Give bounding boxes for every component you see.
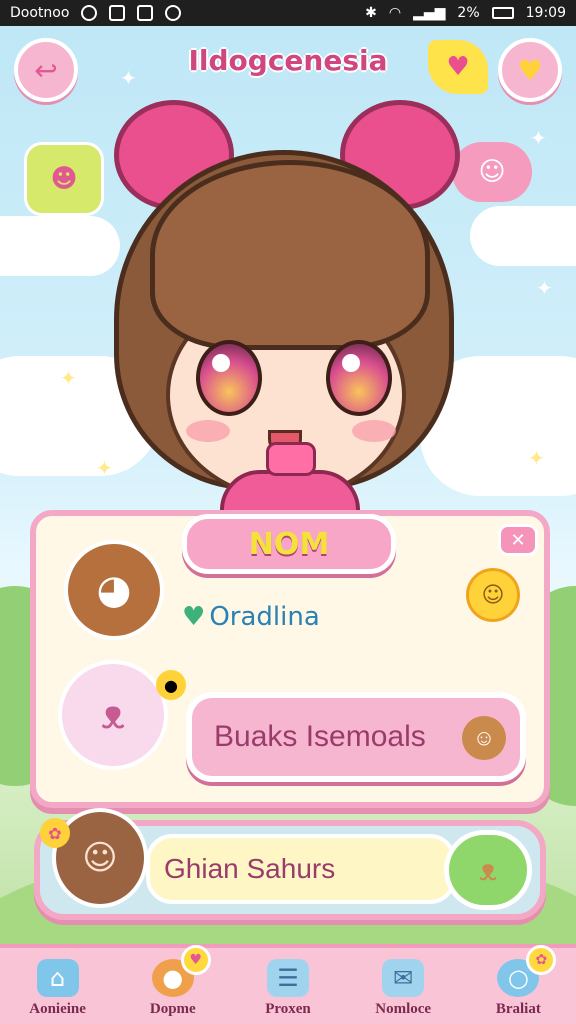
bag-icon: ☺ (462, 716, 506, 760)
character-avatar (80, 90, 500, 530)
nav-item-food[interactable]: ♥ ● Dopme (123, 945, 223, 1018)
carrier-label: Dootnoo (10, 5, 70, 21)
nav-label: Proxen (265, 1001, 311, 1017)
sparkle-icon: ✦ (536, 276, 553, 300)
cat-sticker-icon: ● (156, 670, 186, 700)
sun-icon: ☺ (466, 568, 520, 622)
bear-avatar[interactable]: ᴥ (58, 660, 168, 770)
heart-icon: ♥ (182, 602, 206, 632)
wifi-icon: ◠ (388, 5, 402, 21)
nav-item-notes[interactable]: ☰ Proxen (238, 959, 338, 1018)
hamster-avatar[interactable]: ◕ (64, 540, 164, 640)
signal-icon: ▂▄▆ (413, 5, 446, 21)
sparkle-icon: ✦ (60, 366, 77, 390)
flower-badge-icon: ✿ (526, 945, 557, 975)
nav-label: Braliat (495, 1001, 541, 1017)
close-icon: ✕ (510, 529, 526, 551)
blush-left (186, 420, 230, 442)
mail-icon: ✉ (382, 959, 425, 997)
heart-icon: ♥ (517, 53, 543, 87)
send-button[interactable]: ᴥ (444, 830, 532, 910)
hair-bangs (150, 160, 430, 350)
nav-label: Nomloce (375, 1001, 432, 1017)
sync-icon (165, 5, 182, 21)
chat-input[interactable]: Ghian Sahurs (146, 834, 456, 904)
blush-right (352, 420, 396, 442)
eye-left (196, 340, 262, 416)
sparkle-icon: ✦ (528, 446, 545, 470)
close-button[interactable]: ✕ (498, 524, 538, 556)
notes-icon: ☰ (266, 959, 309, 997)
neck-ribbon (266, 442, 316, 476)
image-icon (137, 5, 154, 21)
bear-icon: ᴥ (478, 852, 498, 888)
mute-icon (109, 5, 126, 21)
nav-item-home[interactable]: ⌂ Aonieine (8, 959, 108, 1018)
nav-label: Aonieine (29, 1001, 86, 1017)
bottom-nav: ⌂ Aonieine ♥ ● Dopme ☰ Proxen ✉ Nomloce … (0, 944, 576, 1024)
nav-item-mail[interactable]: ✉ Nomloce (353, 959, 453, 1018)
bluetooth-icon: ✱ (365, 5, 377, 21)
name-banner: NOM (182, 514, 396, 574)
moments-button-label: Buaks Isemoals (214, 720, 426, 753)
sparkle-icon: ✦ (120, 66, 137, 90)
friend-row[interactable]: ♥ Oradlina (182, 602, 320, 632)
back-button[interactable]: ↩ (14, 38, 78, 102)
nav-label: Dopme (149, 1001, 196, 1017)
location-icon (81, 5, 98, 21)
heart-badge-icon: ♥ (180, 945, 211, 975)
page-title: Ildogcenesia (188, 44, 388, 77)
battery-label: 2% (457, 5, 480, 21)
nav-item-chat[interactable]: ✿ ○ Braliat (468, 945, 568, 1018)
battery-icon (491, 7, 514, 19)
eye-right (326, 340, 392, 416)
sparkle-icon: ✦ (530, 126, 547, 150)
friend-name: Oradlina (209, 602, 320, 632)
moments-button[interactable]: Buaks Isemoals ☺ (186, 692, 526, 782)
clock: 19:09 (525, 5, 566, 21)
flower-icon: ✿ (40, 818, 70, 848)
status-bar: Dootnoo ✱ ◠ ▂▄▆ 2% 19:09 (0, 0, 576, 26)
back-icon: ↩ (34, 53, 58, 87)
heart-balloon-icon: ♥ (428, 40, 488, 94)
favorite-button[interactable]: ♥ (498, 38, 562, 102)
home-icon: ⌂ (36, 959, 79, 997)
chat-input-text: Ghian Sahurs (164, 853, 336, 884)
